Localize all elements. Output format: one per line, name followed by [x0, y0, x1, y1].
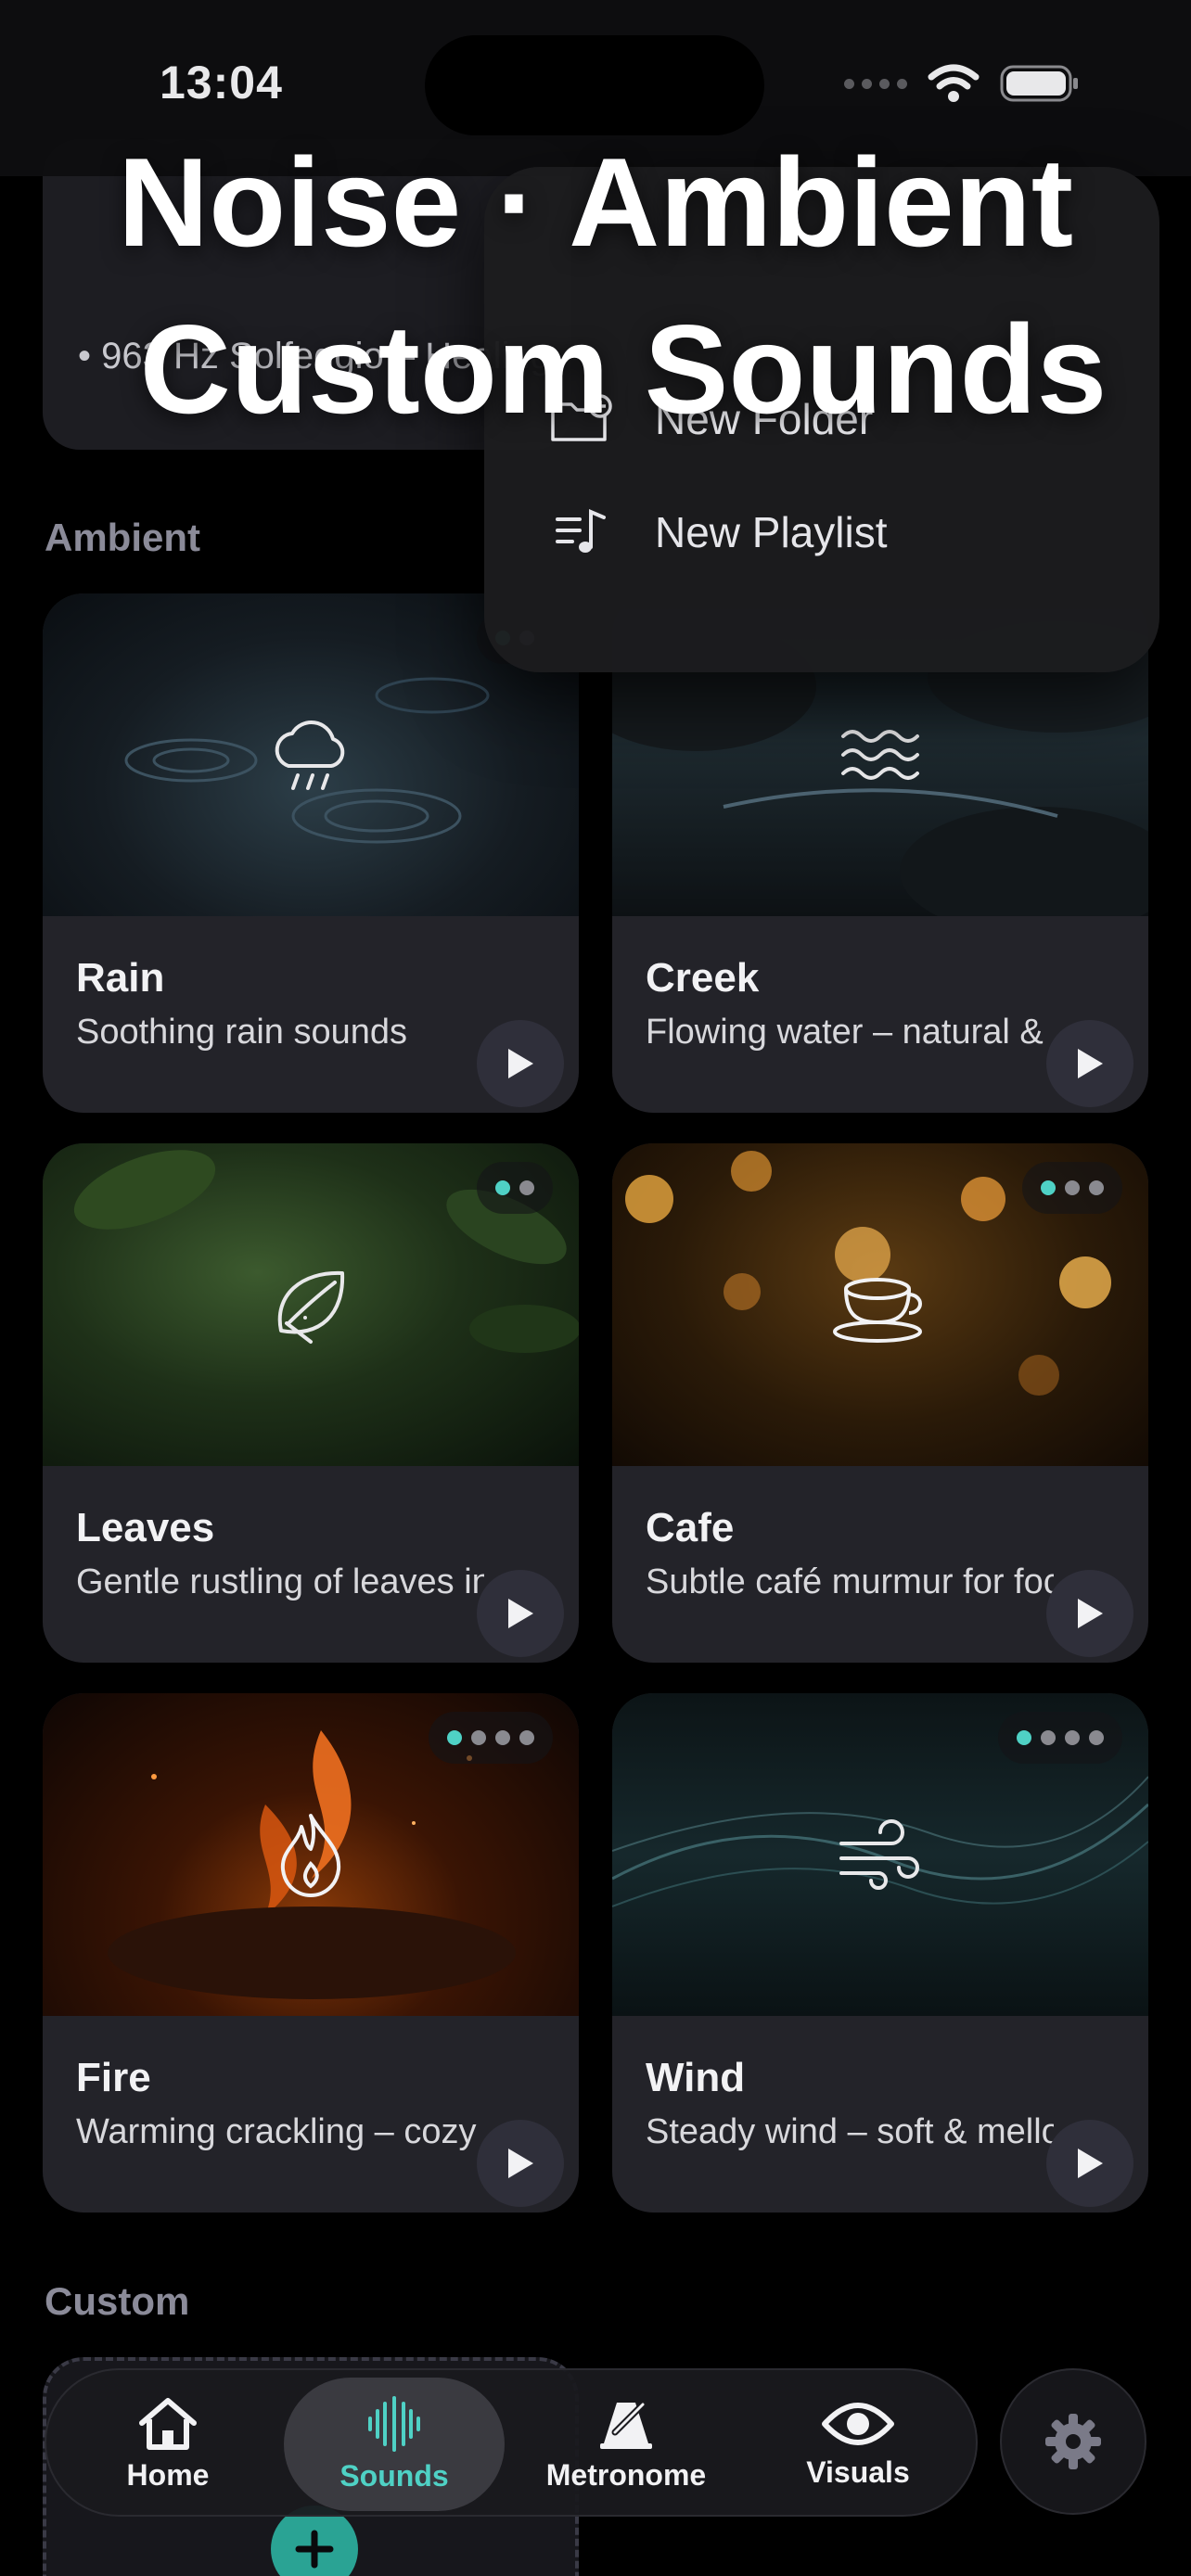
menu-item-new-playlist[interactable]: New Playlist — [549, 495, 888, 569]
home-icon — [139, 2397, 197, 2450]
overlay-title-line1: Noise · Ambient — [117, 132, 1074, 273]
play-icon — [1078, 1049, 1103, 1078]
tab-label: Sounds — [339, 2458, 449, 2493]
sound-description: Soothing rain sounds — [76, 1013, 408, 1052]
play-icon — [508, 1599, 533, 1628]
overlay-title: Noise · Ambient Custom Sounds — [0, 119, 1191, 453]
sound-description: Steady wind – soft & mellow — [646, 2112, 1054, 2151]
play-icon — [508, 1049, 533, 1078]
sound-name: Cafe — [646, 1505, 735, 1550]
status-icons — [844, 63, 1080, 104]
signal-dots-icon — [844, 78, 907, 89]
sound-card-rain[interactable]: Rain Soothing rain sounds — [43, 593, 579, 1113]
overlay-title-line2: Custom Sounds — [139, 299, 1108, 440]
sound-name: Rain — [76, 955, 165, 1001]
tab-visuals[interactable]: Visuals — [748, 2378, 968, 2511]
tab-bar: Home Sounds Metronome Visuals — [45, 2368, 978, 2517]
sound-card-leaves[interactable]: Leaves Gentle rustling of leaves in wind — [43, 1143, 579, 1663]
tab-metronome[interactable]: Metronome — [516, 2378, 736, 2511]
coffee-cup-icon — [833, 1278, 922, 1343]
wind-icon — [839, 1819, 919, 1890]
play-icon — [1078, 2149, 1103, 2178]
sound-card-cafe[interactable]: Cafe Subtle café murmur for focus — [612, 1143, 1148, 1663]
play-button[interactable] — [477, 1570, 564, 1657]
metronome-icon — [600, 2401, 652, 2449]
sound-description: Subtle café murmur for focus — [646, 1562, 1054, 1601]
leaf-icon — [277, 1270, 345, 1344]
play-button[interactable] — [477, 2120, 564, 2207]
play-button[interactable] — [477, 1020, 564, 1107]
section-title-custom: Custom — [45, 2279, 190, 2323]
battery-icon — [1000, 65, 1078, 102]
play-button[interactable] — [1046, 1020, 1133, 1107]
waves-icon — [841, 730, 919, 780]
sound-name: Leaves — [76, 1505, 215, 1550]
plus-icon — [295, 2530, 334, 2569]
sound-description: Flowing water – natural & calm — [646, 1013, 1054, 1052]
sound-name: Wind — [646, 2055, 746, 2100]
gear-icon — [1045, 2414, 1101, 2469]
settings-button[interactable] — [1000, 2368, 1146, 2515]
play-button[interactable] — [1046, 2120, 1133, 2207]
sound-card-wind[interactable]: Wind Steady wind – soft & mellow — [612, 1693, 1148, 2213]
status-time: 13:04 — [160, 57, 283, 108]
page-indicator — [477, 1162, 553, 1214]
flame-icon — [280, 1814, 341, 1897]
sound-wave-icon — [368, 2395, 420, 2452]
playlist-icon — [549, 500, 614, 565]
sound-description: Gentle rustling of leaves in wind — [76, 1562, 484, 1601]
tab-home[interactable]: Home — [58, 2378, 278, 2511]
page-indicator — [429, 1712, 553, 1764]
tab-label: Home — [126, 2457, 210, 2492]
rain-cloud-icon — [275, 721, 345, 790]
sound-card-fire[interactable]: Fire Warming crackling – cozy — [43, 1693, 579, 2213]
page-indicator — [998, 1712, 1122, 1764]
play-icon — [1078, 1599, 1103, 1628]
tab-sounds[interactable]: Sounds — [284, 2378, 505, 2511]
section-title-ambient: Ambient — [45, 516, 200, 559]
eye-icon — [822, 2402, 894, 2445]
tab-label: Visuals — [806, 2455, 910, 2489]
play-icon — [508, 2149, 533, 2178]
play-button[interactable] — [1046, 1570, 1133, 1657]
tab-label: Metronome — [545, 2457, 707, 2492]
sound-name: Fire — [76, 2055, 151, 2100]
menu-item-label: New Playlist — [655, 508, 888, 556]
sound-name: Creek — [646, 955, 760, 1001]
page-indicator — [1022, 1162, 1122, 1214]
sound-description: Warming crackling – cozy — [76, 2112, 477, 2151]
wifi-icon — [928, 64, 980, 102]
